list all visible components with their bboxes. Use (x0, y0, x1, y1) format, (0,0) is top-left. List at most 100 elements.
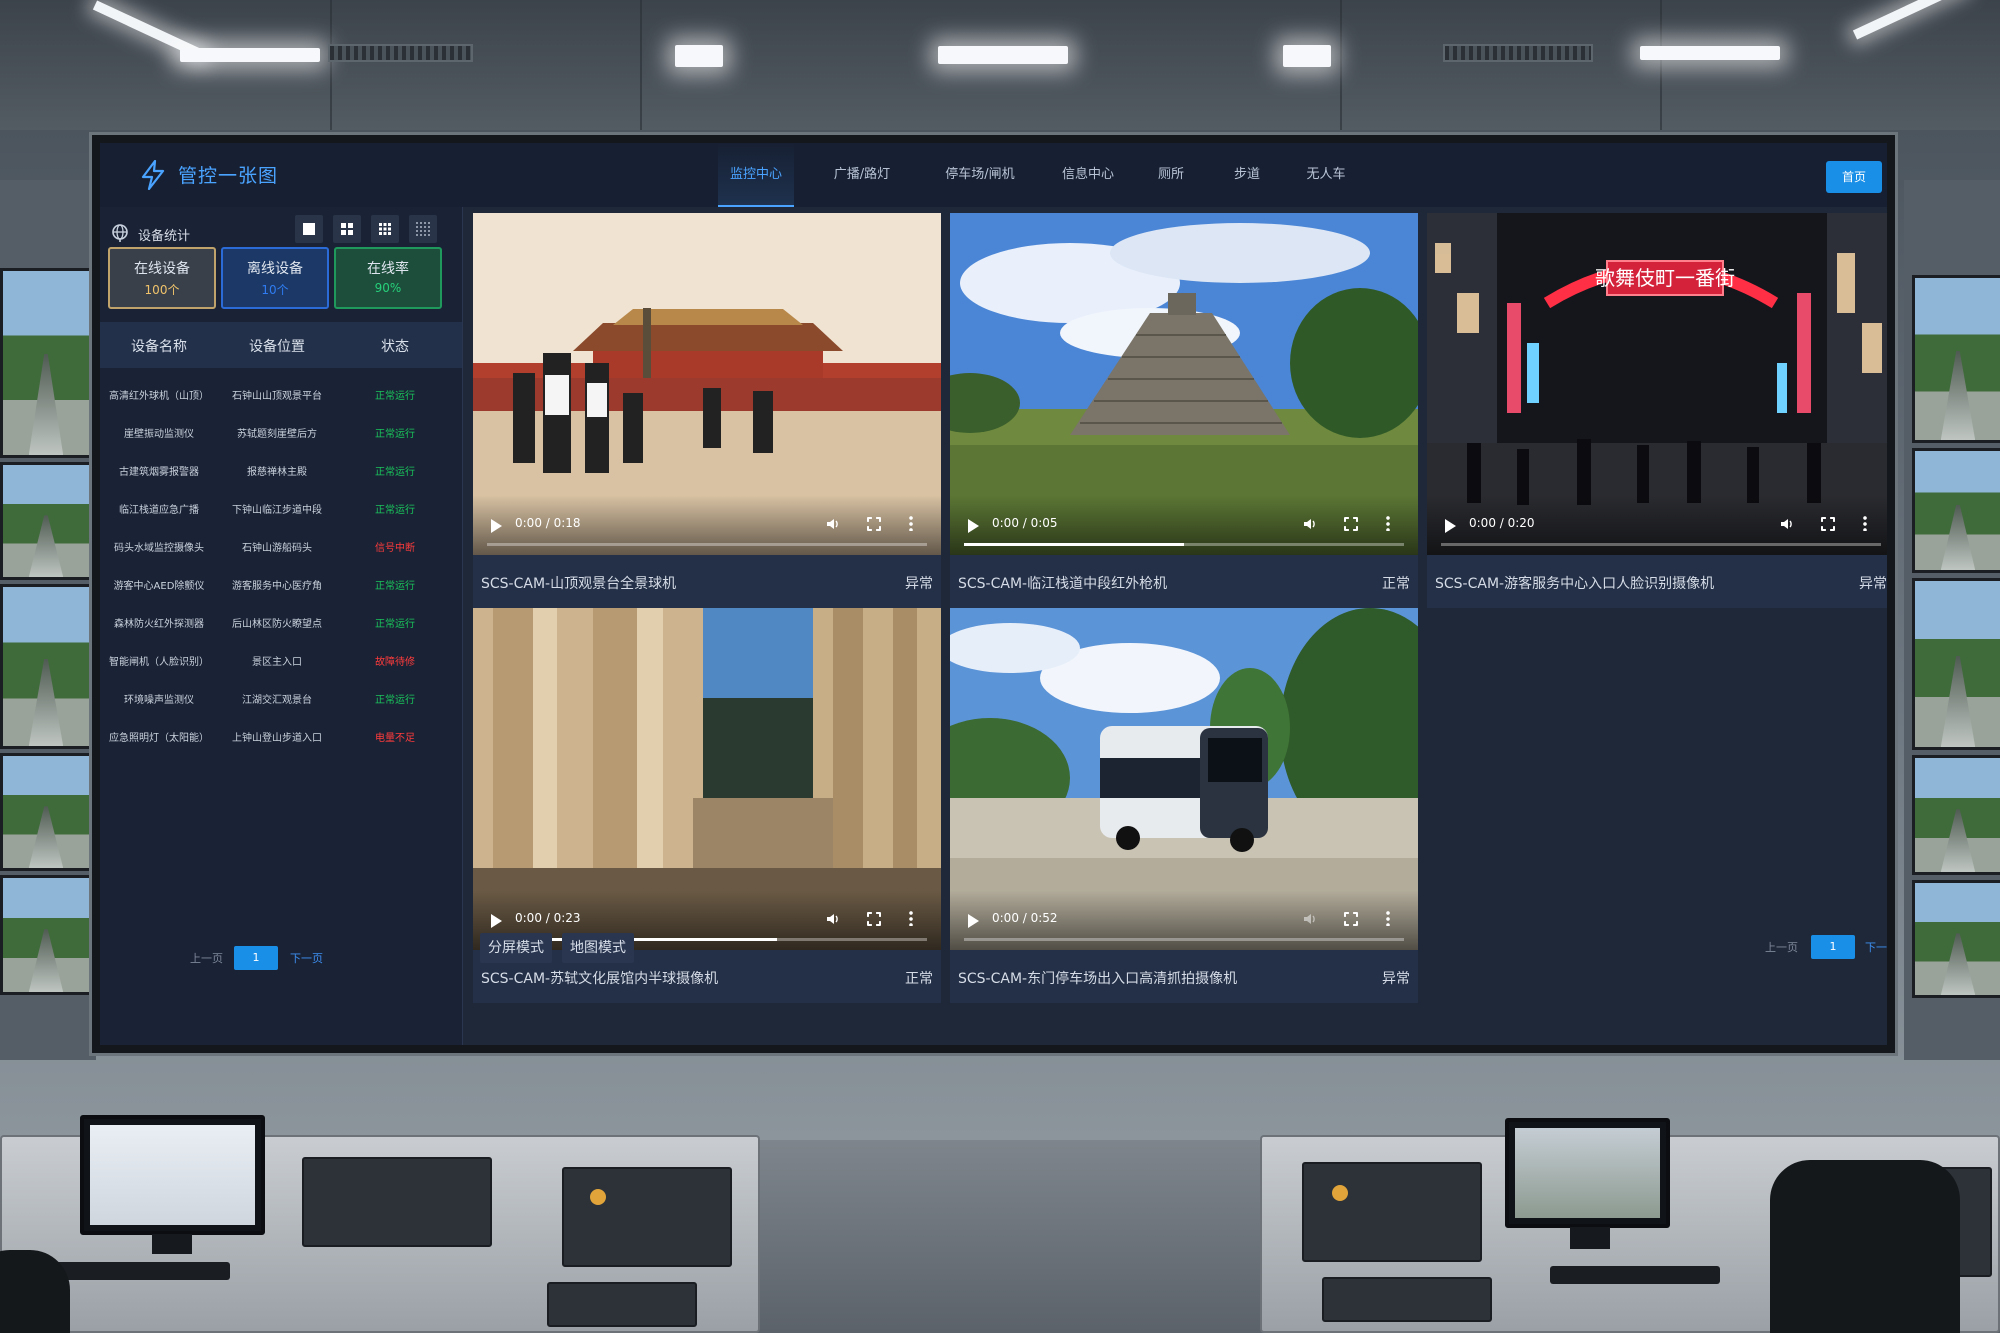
bolt-icon (141, 160, 165, 190)
volume-icon[interactable] (825, 911, 841, 927)
split-screen-mode-button[interactable]: 分屏模式 (480, 933, 552, 963)
video-time: 0:00 / 0:23 (515, 911, 581, 925)
fullscreen-icon[interactable] (1344, 912, 1358, 926)
more-icon[interactable] (1386, 515, 1390, 531)
volume-icon[interactable] (825, 516, 841, 532)
play-icon[interactable] (491, 519, 502, 533)
table-row[interactable]: 高清红外球机（山顶） 石钟山山顶观景平台 正常运行 (100, 376, 462, 414)
nav-tab-trails[interactable]: 步道 (1224, 143, 1270, 207)
table-row[interactable]: 临江栈道应急广播 下钟山临江步道中段 正常运行 (100, 490, 462, 528)
play-icon[interactable] (1445, 519, 1456, 533)
ceiling-light (180, 48, 320, 62)
grid-pager-next[interactable]: 下一页 (1865, 939, 1887, 955)
table-row[interactable]: 应急照明灯（太阳能） 上钟山登山步道入口 电量不足 (100, 718, 462, 756)
table-row[interactable]: 古建筑烟雾报警器 报慈禅林主殿 正常运行 (100, 452, 462, 490)
video-tile[interactable]: 0:00 / 0:18 SCS-CAM-山顶观景台全景球机 异常 (473, 213, 941, 608)
table-row[interactable]: 崖壁振动监测仪 苏轼题刻崖壁后方 正常运行 (100, 414, 462, 452)
nav-tab-info-center[interactable]: 信息中心 (1050, 143, 1126, 207)
ceiling-vent (1443, 44, 1593, 62)
video-controls: 0:00 / 0:18 (473, 495, 941, 555)
play-icon[interactable] (491, 914, 502, 928)
video-player[interactable]: 0:00 / 0:18 (473, 213, 941, 555)
volume-icon[interactable] (1302, 911, 1318, 927)
nav-tab-parking-gates[interactable]: 停车场/闸机 (932, 143, 1028, 207)
more-icon[interactable] (909, 515, 913, 531)
layout-1-icon (303, 223, 315, 235)
camera-status: 正常 (1382, 576, 1410, 592)
device-stats-sidebar: 设备统计 在线设备 100个 离线设备 10个 在线率 90% 设备名称 设备位… (100, 207, 463, 1045)
volume-icon[interactable] (1779, 516, 1795, 532)
more-icon[interactable] (909, 910, 913, 926)
device-location: 苏轼题刻崖壁后方 (237, 429, 317, 440)
layout-16-icon (416, 222, 430, 236)
fullscreen-icon[interactable] (867, 912, 881, 926)
device-location: 下钟山临江步道中段 (232, 505, 322, 516)
camera-name: SCS-CAM-游客服务中心入口人脸识别摄像机 (1435, 576, 1715, 592)
video-player[interactable]: 歌舞伎町一番街 0:00 / 0:20 (1427, 213, 1887, 555)
more-icon[interactable] (1863, 515, 1867, 531)
desk-monitor-screen (1515, 1128, 1660, 1218)
table-row[interactable]: 森林防火红外探测器 后山林区防火瞭望点 正常运行 (100, 604, 462, 642)
video-player[interactable]: 0:00 / 0:05 (950, 213, 1418, 555)
video-progress-track[interactable] (1441, 543, 1881, 546)
layout-1-button[interactable] (295, 215, 323, 243)
video-progress-track[interactable] (487, 543, 927, 546)
fullscreen-icon[interactable] (867, 517, 881, 531)
table-row[interactable]: 智能闸机（人脸识别） 景区主入口 故障待修 (100, 642, 462, 680)
grid-pager-page-1[interactable]: 1 (1811, 935, 1855, 959)
fullscreen-icon[interactable] (1344, 517, 1358, 531)
pager-prev[interactable]: 上一页 (190, 950, 223, 966)
camera-name: SCS-CAM-山顶观景台全景球机 (481, 576, 677, 592)
home-button[interactable]: 首页 (1826, 161, 1882, 193)
nav-tab-autonomous-vehicles[interactable]: 无人车 (1296, 143, 1356, 207)
nav-tab-toilets[interactable]: 厕所 (1148, 143, 1194, 207)
volume-icon[interactable] (1302, 516, 1318, 532)
pager-page-1[interactable]: 1 (234, 946, 278, 970)
side-monitor (1912, 448, 2000, 573)
video-controls: 0:00 / 0:52 (950, 890, 1418, 950)
side-monitor (1912, 755, 2000, 875)
layout-9-button[interactable] (371, 215, 399, 243)
map-mode-button[interactable]: 地图模式 (562, 933, 634, 963)
stat-offline-label: 离线设备 (247, 261, 303, 277)
table-row[interactable]: 码头水域监控摄像头 石钟山游船码头 信号中断 (100, 528, 462, 566)
video-tile[interactable]: 歌舞伎町一番街 0:00 / 0:20 SCS-CAM-游客服务中心入口人脸识别… (1427, 213, 1887, 608)
video-progress-track[interactable] (487, 938, 927, 941)
video-tile[interactable]: 0:00 / 0:52 SCS-CAM-东门停车场出入口高清抓拍摄像机 异常 (950, 608, 1418, 1003)
keyboard (40, 1262, 230, 1280)
layout-16-button[interactable] (409, 215, 437, 243)
desk-monitor (1505, 1118, 1670, 1228)
play-icon[interactable] (968, 914, 979, 928)
pager-next[interactable]: 下一页 (290, 950, 323, 966)
layout-4-icon (341, 223, 353, 235)
camera-status: 异常 (1382, 971, 1410, 987)
layout-4-button[interactable] (333, 215, 361, 243)
table-row[interactable]: 环境噪声监测仪 江湖交汇观景台 正常运行 (100, 680, 462, 718)
console-panel (302, 1157, 492, 1247)
device-name: 古建筑烟雾报警器 (119, 467, 199, 478)
video-progress-track[interactable] (964, 543, 1404, 546)
device-name: 高清红外球机（山顶） (109, 391, 209, 402)
play-icon[interactable] (968, 519, 979, 533)
video-player[interactable]: 0:00 / 0:52 (950, 608, 1418, 950)
grid-pager-prev[interactable]: 上一页 (1765, 939, 1798, 955)
video-caption: SCS-CAM-游客服务中心入口人脸识别摄像机 异常 (1427, 555, 1887, 608)
stat-card-online-rate: 在线率 90% (334, 247, 442, 309)
more-icon[interactable] (1386, 910, 1390, 926)
video-tile[interactable]: 0:00 / 0:05 SCS-CAM-临江栈道中段红外枪机 正常 (950, 213, 1418, 608)
device-status: 电量不足 (375, 733, 415, 744)
device-status: 正常运行 (375, 695, 415, 706)
table-row[interactable]: 游客中心AED除颤仪 游客服务中心医疗角 正常运行 (100, 566, 462, 604)
nav-tab-broadcast-lights[interactable]: 广播/路灯 (820, 143, 904, 207)
ceiling-light (675, 45, 723, 67)
camera-status: 异常 (1859, 576, 1887, 592)
stat-offline-value: 10个 (261, 283, 289, 297)
top-nav-bar: 管控一张图 监控中心 广播/路灯 停车场/闸机 信息中心 厕所 步道 无人车 首… (100, 143, 1887, 207)
video-player[interactable]: 0:00 / 0:23 (473, 608, 941, 950)
side-monitor (0, 584, 92, 749)
chair (0, 1250, 70, 1333)
fullscreen-icon[interactable] (1821, 517, 1835, 531)
video-progress-track[interactable] (964, 938, 1404, 941)
nav-tab-monitor-center[interactable]: 监控中心 (718, 143, 794, 207)
keyboard (1550, 1266, 1720, 1284)
